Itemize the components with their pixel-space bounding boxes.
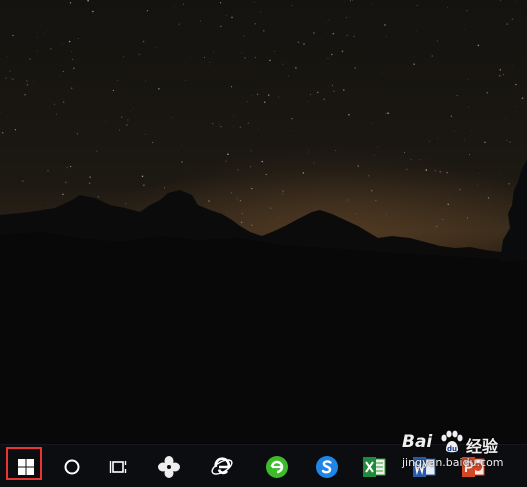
excel-icon [363,457,386,477]
sogou-browser-button[interactable] [309,450,345,484]
powerpoint-icon [462,457,485,477]
sogou-s-icon [316,456,338,478]
pinwheel-icon [158,456,180,478]
task-view-icon [109,461,127,473]
task-view-button[interactable] [101,450,137,484]
taskbar [0,444,527,487]
mountain-silhouette [0,160,527,444]
circle-icon [64,459,80,475]
internet-explorer-button[interactable] [204,450,240,484]
green-e-icon [266,456,288,478]
start-button-highlight [6,447,42,480]
ie-icon [211,457,233,475]
word-icon [413,457,436,477]
excel-button[interactable] [356,450,392,484]
cortana-button[interactable] [54,450,90,484]
word-button[interactable] [406,450,442,484]
desktop-wallpaper [0,0,527,444]
green-browser-button[interactable] [259,450,295,484]
pinwheel-app-button[interactable] [151,450,187,484]
powerpoint-button[interactable] [455,450,491,484]
